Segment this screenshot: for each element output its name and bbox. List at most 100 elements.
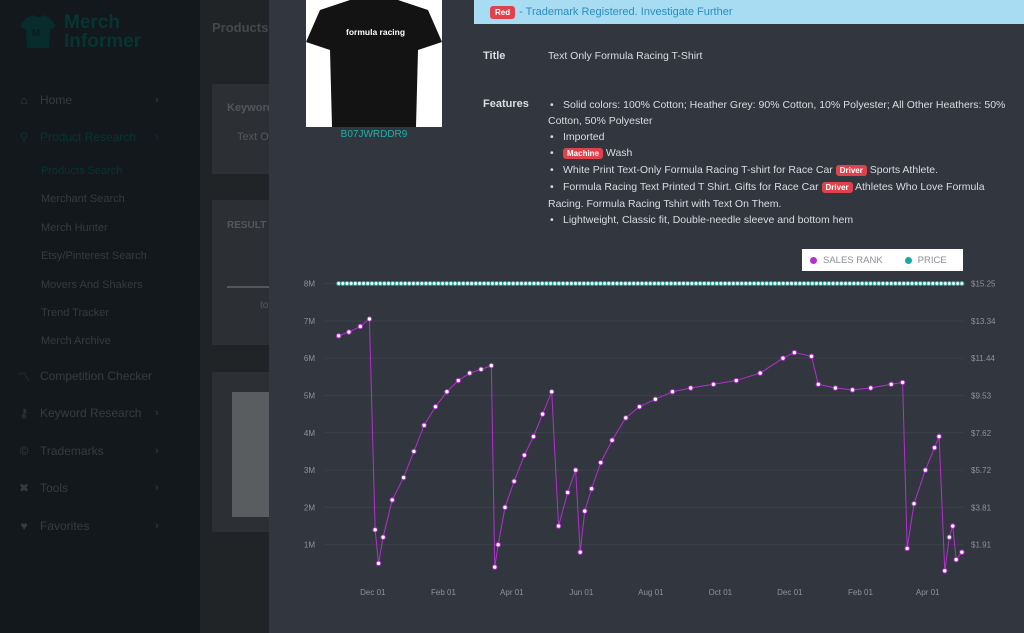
y-right-tick-label: $5.72 bbox=[971, 466, 992, 475]
price-point bbox=[743, 281, 749, 287]
feature-item: • Imported bbox=[550, 131, 605, 143]
price-point bbox=[913, 281, 919, 287]
price-point bbox=[597, 281, 603, 287]
price-point bbox=[473, 281, 479, 287]
price-point bbox=[689, 281, 695, 287]
price-point bbox=[726, 281, 732, 287]
y-right-tick-label: $11.44 bbox=[971, 354, 995, 363]
price-point bbox=[618, 281, 624, 287]
y-left-tick-label: 5M bbox=[304, 391, 315, 400]
price-point bbox=[626, 281, 632, 287]
price-point bbox=[905, 281, 911, 287]
sales-rank-point bbox=[421, 422, 427, 429]
price-point bbox=[772, 281, 778, 287]
trademark-alert: Red - Trademark Registered. Investigate … bbox=[474, 0, 1024, 24]
price-point bbox=[651, 281, 657, 287]
y-left-tick-label: 2M bbox=[304, 503, 315, 512]
price-point bbox=[419, 281, 425, 287]
price-point bbox=[930, 281, 936, 287]
price-point bbox=[423, 281, 429, 287]
product-detail-modal: formula racing B07JWRDDR9 Red - Trademar… bbox=[269, 0, 1024, 633]
sales-rank-series-line bbox=[338, 317, 963, 571]
feature-item: • Formula Racing Text Printed T Shirt. Gi… bbox=[548, 181, 985, 210]
price-point bbox=[863, 281, 869, 287]
sales-rank-point bbox=[959, 549, 965, 555]
sales-rank-point bbox=[808, 353, 815, 359]
price-point bbox=[830, 281, 836, 287]
x-tick-label: Dec 01 bbox=[360, 588, 386, 597]
price-point bbox=[514, 281, 520, 287]
x-tick-label: Apr 01 bbox=[500, 588, 524, 597]
y-left-tick-label: 1M bbox=[304, 541, 315, 550]
price-point bbox=[656, 281, 662, 287]
sales-rank-point bbox=[911, 500, 917, 507]
sales-rank-point bbox=[502, 504, 508, 511]
price-point bbox=[714, 281, 720, 287]
price-point bbox=[535, 281, 541, 287]
price-point bbox=[784, 281, 790, 287]
sales-rank-point bbox=[582, 508, 588, 514]
price-point bbox=[739, 281, 745, 287]
price-point bbox=[564, 281, 570, 287]
legend-sales-rank[interactable]: SALES RANK bbox=[810, 255, 883, 266]
sales-rank-point bbox=[555, 523, 562, 529]
y-right-tick-label: $15.25 bbox=[971, 280, 996, 289]
sales-rank-point bbox=[780, 355, 786, 361]
price-point bbox=[481, 281, 487, 287]
price-point bbox=[926, 281, 932, 287]
price-point bbox=[780, 281, 786, 287]
price-point bbox=[942, 281, 948, 287]
price-point bbox=[456, 281, 462, 287]
sales-rank-point bbox=[411, 448, 417, 455]
price-point bbox=[722, 281, 728, 287]
price-point bbox=[643, 281, 649, 287]
sales-rank-point bbox=[950, 523, 956, 529]
price-point bbox=[585, 281, 591, 287]
price-point bbox=[572, 281, 578, 287]
price-point bbox=[876, 281, 882, 287]
price-point bbox=[921, 281, 927, 287]
sales-rank-point bbox=[588, 486, 595, 492]
price-point bbox=[502, 281, 508, 287]
price-point bbox=[577, 281, 583, 287]
sales-rank-point bbox=[946, 534, 953, 540]
price-point bbox=[444, 281, 450, 287]
y-right-tick-label: $9.53 bbox=[971, 391, 992, 400]
price-point bbox=[797, 281, 803, 287]
price-point bbox=[336, 281, 342, 287]
sales-price-chart[interactable]: 8M 7M 6M 5M 4M 3M 2M 1M $15.25 $13.34 $11.44 $9.53 $… bbox=[269, 265, 1024, 605]
sales-rank-point bbox=[375, 560, 382, 567]
price-point bbox=[681, 281, 687, 287]
price-point bbox=[951, 281, 957, 287]
price-point bbox=[834, 281, 840, 287]
alert-text[interactable]: - Trademark Registered. Investigate Furt… bbox=[519, 6, 732, 18]
price-point bbox=[593, 281, 599, 287]
sales-rank-point bbox=[492, 564, 498, 570]
sales-rank-point bbox=[400, 474, 407, 481]
price-point bbox=[710, 281, 716, 287]
sales-rank-point bbox=[942, 568, 948, 574]
sales-rank-point bbox=[466, 370, 473, 376]
price-point bbox=[664, 281, 670, 287]
price-point bbox=[548, 281, 554, 287]
sales-rank-point bbox=[688, 385, 694, 391]
price-point bbox=[631, 281, 637, 287]
sales-rank-point bbox=[623, 415, 629, 421]
price-point bbox=[543, 281, 549, 287]
price-point bbox=[755, 281, 761, 287]
price-point bbox=[427, 281, 433, 287]
price-point bbox=[946, 281, 952, 287]
sales-rank-point bbox=[346, 329, 352, 335]
price-point bbox=[352, 281, 358, 287]
feature-item: • White Print Text-Only Formula Racing T-… bbox=[550, 164, 939, 176]
y-right-tick-label: $7.62 bbox=[971, 429, 992, 438]
asin-link[interactable]: B07JWRDDR9 bbox=[306, 129, 442, 140]
legend-price[interactable]: PRICE bbox=[904, 255, 947, 266]
price-point bbox=[498, 281, 504, 287]
sales-rank-point bbox=[549, 389, 555, 395]
price-point bbox=[606, 281, 612, 287]
price-point bbox=[460, 281, 466, 287]
price-point bbox=[452, 281, 458, 287]
sales-rank-point bbox=[366, 316, 373, 322]
price-point bbox=[489, 281, 495, 287]
